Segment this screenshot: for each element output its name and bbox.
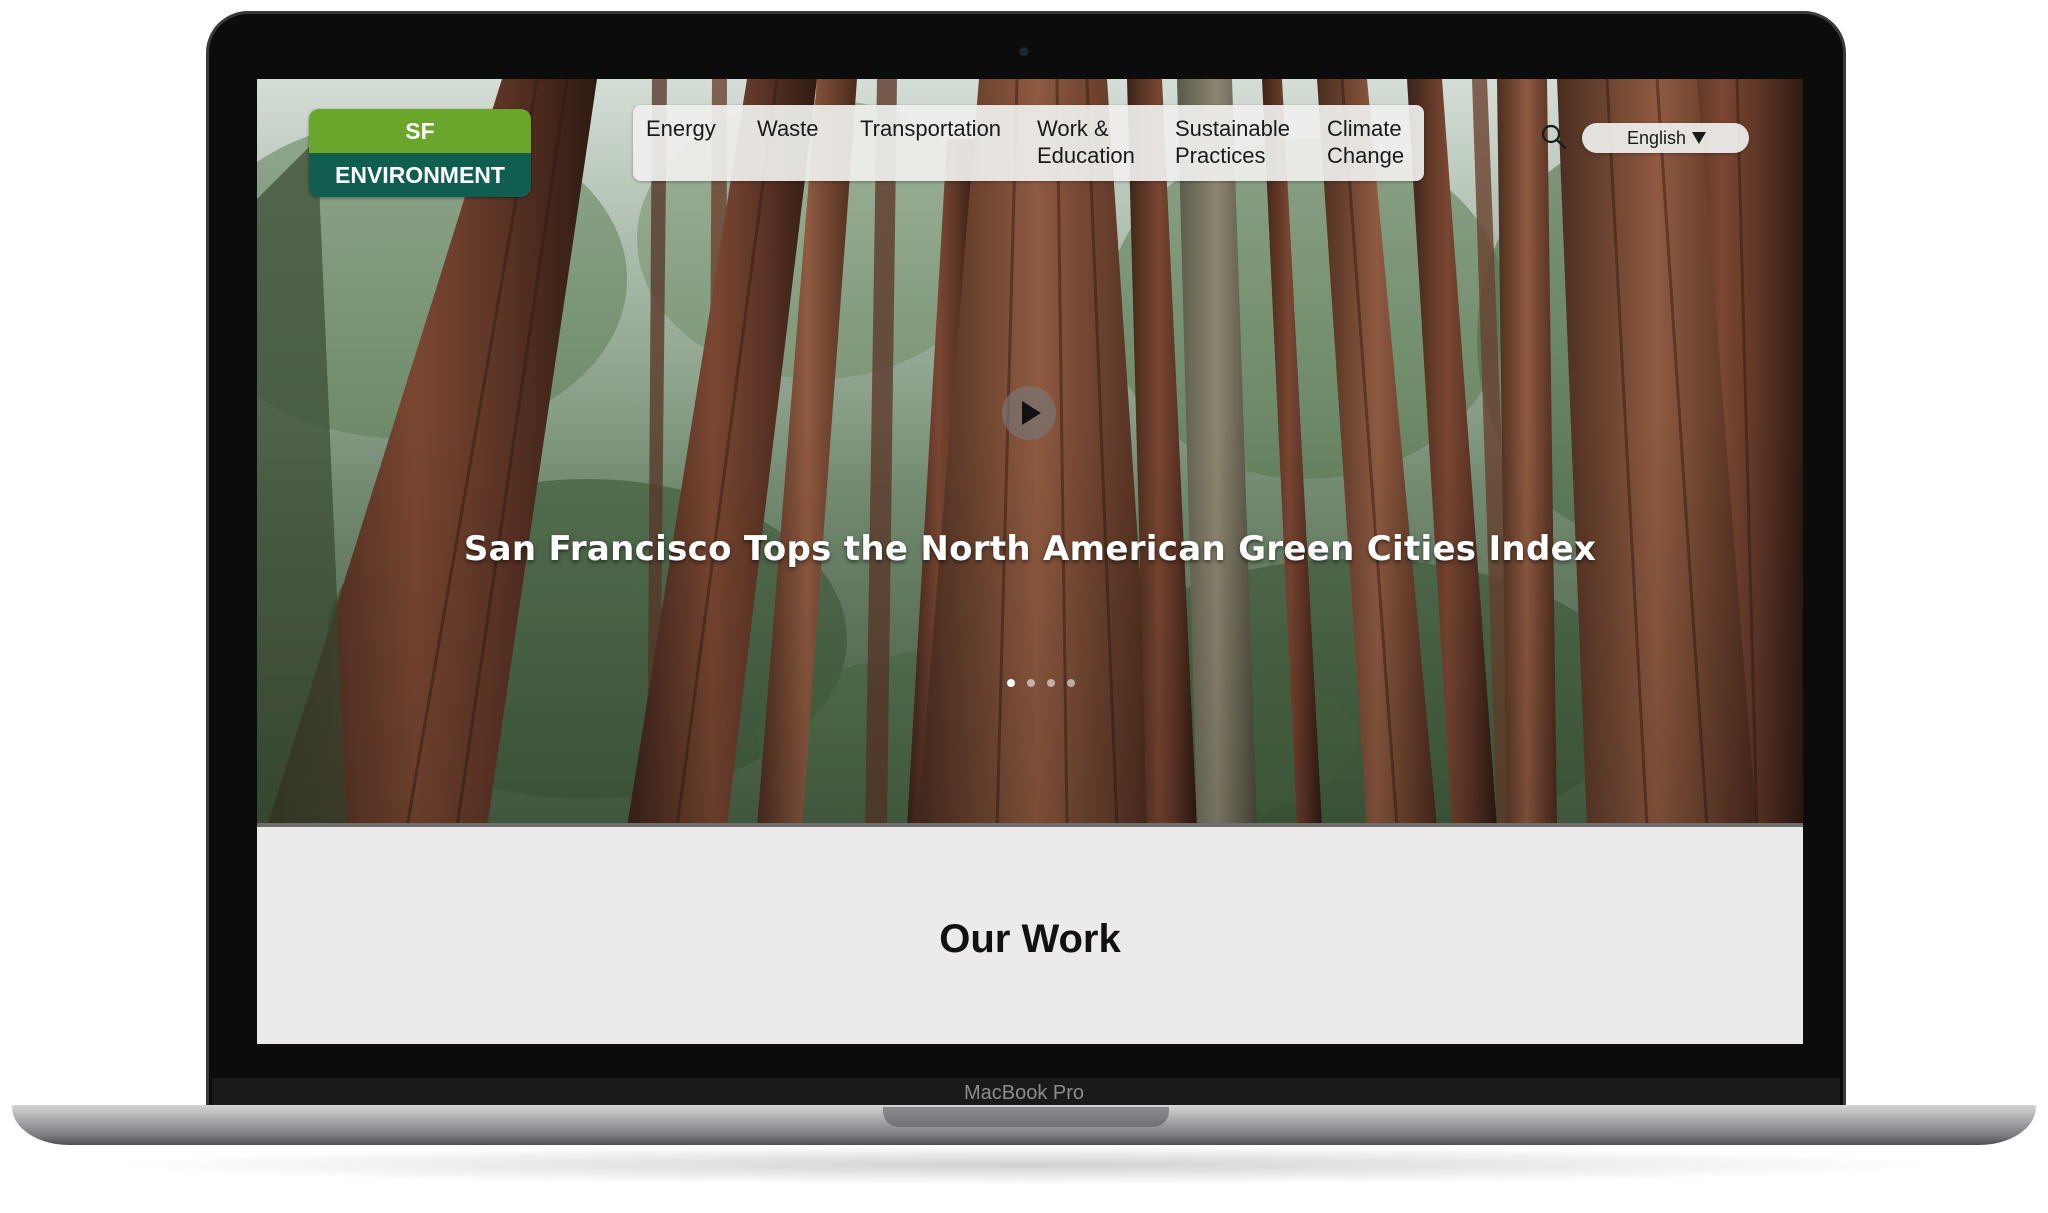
language-selected: English [1627,128,1687,148]
main-nav: Energy Waste Transportation Work & Educa… [633,105,1424,181]
logo-line-environment: ENVIRONMENT [309,153,531,197]
nav-item-sustainable-practices[interactable]: Sustainable Practices [1175,115,1290,169]
nav-item-label-line1: Climate [1327,116,1402,141]
play-icon [1022,401,1041,425]
laptop-model-label: MacBook Pro [963,1082,1085,1104]
nav-item-climate-change[interactable]: Climate Change [1327,115,1404,169]
carousel-dot-3[interactable] [1047,679,1055,687]
nav-item-label: Waste [757,116,819,141]
nav-item-energy[interactable]: Energy [646,115,716,142]
carousel-dot-1[interactable] [1007,679,1015,687]
nav-item-transportation[interactable]: Transportation [860,115,1001,142]
browser-viewport: SF ENVIRONMENT Energy Waste Transportati… [257,79,1803,1044]
logo-line-sf: SF [309,109,531,153]
language-select[interactable]: English [1582,123,1749,153]
camera-dot [1019,47,1029,56]
carousel-dot-2[interactable] [1027,679,1035,687]
section-title-our-work: Our Work [939,917,1121,961]
nav-item-label: Transportation [860,116,1002,141]
search-icon [1541,124,1567,150]
nav-item-label-line1: Sustainable [1175,116,1290,141]
nav-item-label-line2: Practices [1175,143,1266,168]
hero-headline[interactable]: San Francisco Tops the North American Gr… [257,529,1803,569]
laptop-notch [883,1107,1169,1127]
caret-down-icon [1692,132,1706,144]
play-video-button[interactable] [1002,386,1056,440]
hero-banner: SF ENVIRONMENT Energy Waste Transportati… [257,79,1803,827]
nav-item-work-education[interactable]: Work & Education [1037,115,1135,169]
search-button[interactable] [1540,123,1568,151]
nav-item-waste[interactable]: Waste [757,115,819,142]
nav-item-label: Energy [646,116,716,141]
sf-environment-logo[interactable]: SF ENVIRONMENT [309,109,531,197]
carousel-dot-4[interactable] [1067,679,1075,687]
nav-item-label-line1: Work & [1037,116,1109,141]
nav-item-label-line2: Change [1327,143,1405,168]
nav-item-label-line2: Education [1037,143,1135,168]
laptop-shadow [100,1145,1948,1185]
